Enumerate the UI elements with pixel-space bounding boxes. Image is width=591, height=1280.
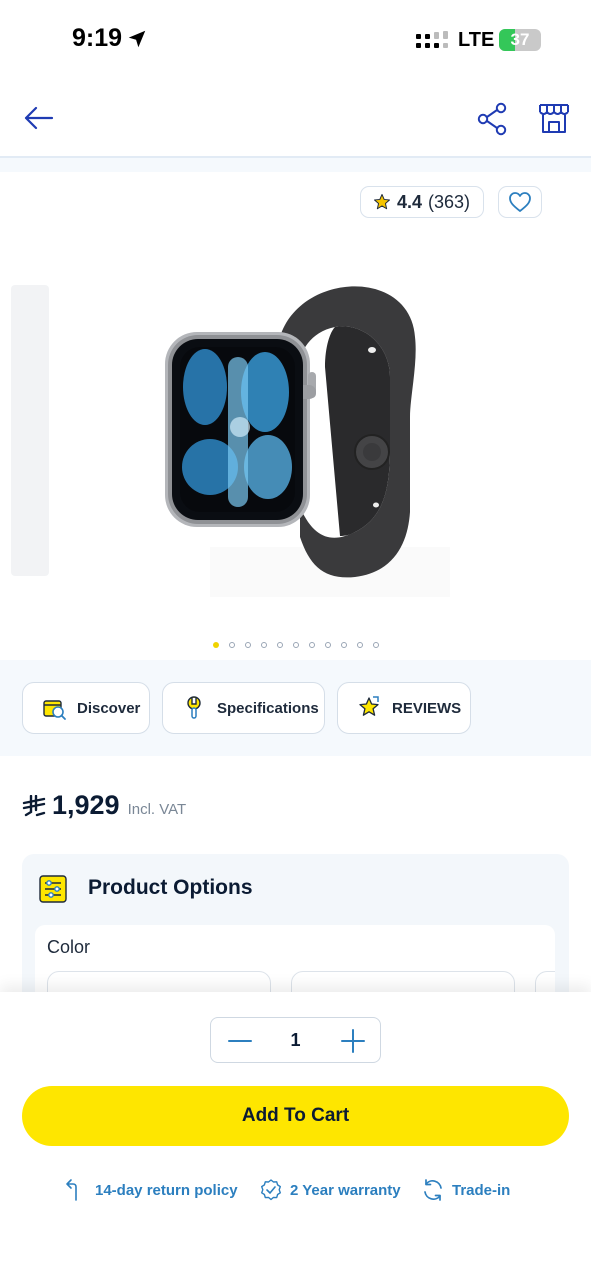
pagination-dot[interactable] [340, 642, 347, 648]
image-pagination[interactable] [0, 642, 591, 648]
pagination-dot[interactable] [372, 642, 379, 648]
tab-label: Specifications [217, 699, 319, 717]
pagination-dot[interactable] [244, 642, 251, 648]
perk-label: 2 Year warranty [290, 1181, 401, 1199]
perk-warranty[interactable]: 2 Year warranty [259, 1175, 401, 1205]
perks-row: 14-day return policy 2 Year warranty Tra… [0, 1175, 591, 1205]
tab-label: REVIEWS [392, 699, 462, 717]
options-sliders-icon [39, 875, 67, 903]
color-label: Color [47, 937, 91, 957]
back-arrow-icon[interactable] [21, 100, 57, 136]
status-bar: 9:19 LTE 37 [0, 0, 591, 80]
perk-return-policy[interactable]: 14-day return policy [64, 1175, 238, 1205]
network-type: LTE [458, 29, 495, 51]
pagination-dot[interactable] [324, 642, 331, 648]
reviews-icon [359, 696, 379, 716]
options-title: Product Options [88, 876, 253, 899]
status-time: 9:19 [72, 24, 123, 52]
pagination-dot[interactable] [308, 642, 315, 648]
return-icon [66, 1179, 77, 1201]
trade-in-icon [424, 1179, 442, 1201]
tab-label: Discover [77, 699, 141, 717]
rating-badge[interactable]: 4.4 (363) [360, 186, 484, 218]
pagination-dot[interactable] [292, 642, 299, 648]
rating-count: (363) [428, 191, 471, 212]
add-to-cart-button[interactable]: Add To Cart [22, 1086, 569, 1146]
riyal-symbol-icon [22, 795, 46, 817]
specifications-icon [187, 696, 201, 719]
price-row: 1,929 Incl. VAT [22, 790, 186, 822]
rating-value: 4.4 [397, 191, 423, 212]
warranty-badge-icon [261, 1179, 281, 1201]
increment-icon[interactable] [340, 1028, 366, 1054]
pagination-dot[interactable] [228, 642, 235, 648]
pagination-dot[interactable] [212, 642, 219, 648]
product-gallery[interactable]: 4.4 (363) [0, 172, 591, 660]
battery-percent: 37 [510, 30, 530, 49]
star-icon [374, 194, 390, 210]
battery-icon: 37 [499, 29, 541, 51]
price-amount: 1,929 [52, 790, 120, 820]
perk-label: Trade-in [452, 1181, 511, 1199]
wishlist-button[interactable] [498, 186, 542, 218]
section-divider [0, 158, 591, 172]
pagination-dot[interactable] [356, 642, 363, 648]
vat-label: Incl. VAT [127, 801, 187, 818]
tab-specifications[interactable]: Specifications [162, 682, 325, 734]
heart-icon [509, 192, 531, 212]
discover-icon [43, 700, 66, 720]
purchase-bar: 1 Add To Cart 14-day return policy 2 Yea… [0, 992, 591, 1280]
tab-discover[interactable]: Discover [22, 682, 150, 734]
top-nav-bar [0, 80, 591, 158]
quantity-stepper: 1 [210, 1017, 381, 1063]
pagination-dot[interactable] [260, 642, 267, 648]
previous-image-peek[interactable] [11, 285, 49, 576]
store-icon[interactable] [536, 100, 572, 136]
location-arrow-icon [128, 30, 146, 48]
perk-label: 14-day return policy [95, 1181, 238, 1199]
signal-icon [416, 31, 448, 48]
perk-trade-in[interactable]: Trade-in [421, 1175, 510, 1205]
share-icon[interactable] [475, 101, 511, 137]
tab-reviews[interactable]: REVIEWS [337, 682, 471, 734]
product-image-smartwatch [165, 286, 450, 597]
pagination-dot[interactable] [276, 642, 283, 648]
info-tab-strip: Discover Specifications REVIEWS [0, 660, 591, 756]
